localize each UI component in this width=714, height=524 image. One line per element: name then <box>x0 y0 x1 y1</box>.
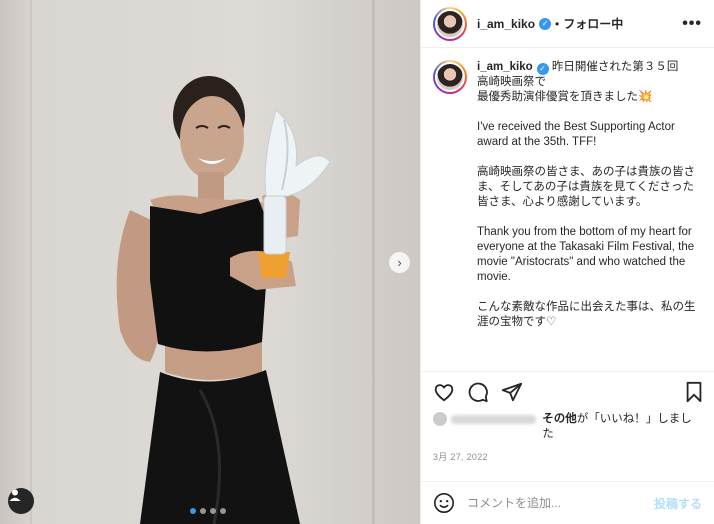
carousel-indicator <box>190 508 226 514</box>
liker-name[interactable] <box>451 415 537 424</box>
comment-icon[interactable] <box>467 381 489 403</box>
bookmark-icon[interactable] <box>684 381 704 403</box>
caption-paragraph: I've received the Best Supporting Actor … <box>477 121 675 148</box>
post-photo[interactable]: › <box>0 0 420 524</box>
likes-summary: その他が「いいね！」しました <box>421 412 714 442</box>
likes-others-link[interactable]: その他 <box>542 413 577 425</box>
carousel-dot <box>220 508 226 514</box>
carousel-dot <box>210 508 216 514</box>
share-icon[interactable] <box>501 381 523 403</box>
user-tag-icon <box>9 489 21 501</box>
action-bar <box>421 372 714 412</box>
post-viewer: › i_am_kiko ✓ • フォロー中 ••• i_am_kiko ✓ 昨日… <box>0 0 714 524</box>
caption-paragraph: こんな素敵な作品に出会えた事は、私の生涯の宝物です♡ <box>477 301 696 328</box>
caption: i_am_kiko ✓ 昨日開催された第３５回 高崎映画祭で 最優秀助演俳優賞を頂… <box>433 60 700 345</box>
carousel-dot <box>200 508 206 514</box>
post-comment-button[interactable]: 投稿する <box>654 495 702 512</box>
emoji-icon[interactable] <box>433 492 455 514</box>
liker-avatar[interactable] <box>433 412 447 426</box>
avatar[interactable] <box>433 6 467 41</box>
comment-box: 投稿する <box>421 482 714 524</box>
avatar[interactable] <box>433 60 467 94</box>
verified-icon: ✓ <box>536 63 549 75</box>
username-link[interactable]: i_am_kiko <box>477 17 535 31</box>
caption-username[interactable]: i_am_kiko <box>477 61 533 73</box>
separator: • <box>555 16 560 31</box>
caption-body: i_am_kiko ✓ 昨日開催された第３５回 高崎映画祭で 最優秀助演俳優賞を頂… <box>477 60 700 345</box>
photo-illustration <box>116 76 331 524</box>
user-tag-button[interactable] <box>8 488 34 514</box>
caption-paragraph: Thank you from the bottom of my heart fo… <box>477 226 695 283</box>
carousel-next-button[interactable]: › <box>389 252 410 273</box>
chevron-right-icon: › <box>397 255 402 270</box>
heart-icon[interactable] <box>433 381 455 403</box>
post-header: i_am_kiko ✓ • フォロー中 ••• <box>421 0 714 48</box>
caption-section: i_am_kiko ✓ 昨日開催された第３５回 高崎映画祭で 最優秀助演俳優賞を頂… <box>421 48 714 372</box>
verified-icon: ✓ <box>539 17 552 30</box>
post-sidebar: i_am_kiko ✓ • フォロー中 ••• i_am_kiko ✓ 昨日開催さ… <box>420 0 714 524</box>
following-button[interactable]: フォロー中 <box>563 15 623 32</box>
carousel-dot <box>190 508 196 514</box>
caption-paragraph: i_am_kiko ✓ 昨日開催された第３５回 高崎映画祭で 最優秀助演俳優賞を頂… <box>477 60 700 105</box>
post-date[interactable]: 3月 27, 2022 <box>421 442 714 482</box>
caption-paragraph: 高崎映画祭の皆さま、あの子は貴族の皆さま、そしてあの子は貴族を見てくださった皆さ… <box>477 166 696 208</box>
more-icon[interactable]: ••• <box>682 15 702 33</box>
comment-input[interactable] <box>467 496 654 510</box>
